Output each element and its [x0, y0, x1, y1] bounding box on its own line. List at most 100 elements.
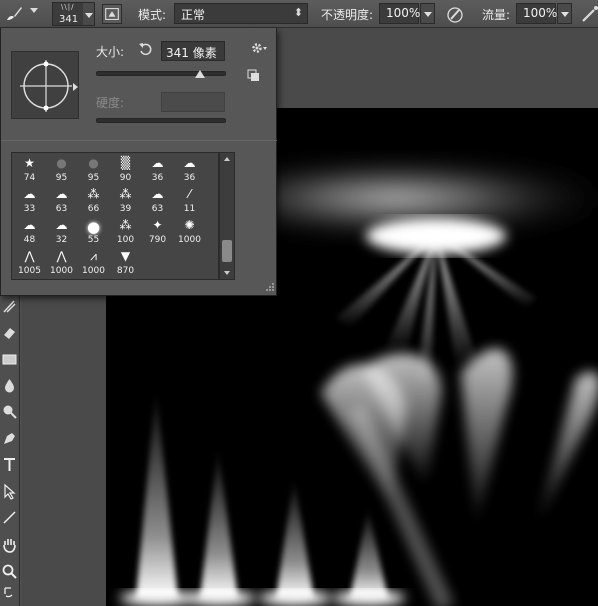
brush-preset[interactable]: ☁ 36 [174, 155, 205, 186]
swap-colors-icon[interactable] [1, 584, 18, 601]
brush-preset[interactable]: ☁ 36 [142, 155, 173, 186]
brush-preset-size: 48 [23, 235, 36, 245]
opacity-dropdown[interactable] [420, 3, 435, 24]
brush-preset-size: 63 [151, 204, 164, 214]
brush-preset-size: 790 [148, 235, 167, 245]
star-brush-icon: ★ [24, 156, 35, 170]
brush-preset[interactable]: ⁂ 39 [110, 186, 141, 217]
brush-preset-size: 55 [87, 235, 100, 245]
resize-grip-icon[interactable] [265, 282, 275, 292]
options-bar: \\|/ 341 模式: 正常 不透明度: 100% 流量: 100% [0, 0, 598, 28]
brush-preset-size: 33 [23, 204, 36, 214]
light-rays-brush-icon: ⋀ [56, 249, 67, 263]
hardness-slider [96, 118, 226, 123]
brush-preset[interactable]: ⁂ 66 [78, 186, 109, 217]
brush-preset[interactable]: ● 55 [78, 217, 109, 248]
size-label: 大小: [96, 45, 125, 59]
gradient-icon[interactable] [1, 351, 18, 368]
brush-preset-size: 1000 [50, 266, 73, 276]
type-icon[interactable] [1, 456, 18, 473]
direct-select-icon[interactable] [1, 483, 18, 500]
flow-label: 流量: [482, 8, 511, 22]
hand-icon[interactable] [1, 536, 18, 553]
reset-size-icon[interactable] [138, 41, 154, 57]
spotlight-brush-icon: ▼ [120, 249, 131, 263]
cloud-brush-icon: ☁ [55, 187, 68, 201]
brush-tip-preview[interactable] [11, 51, 79, 119]
brush-preset[interactable]: ✺ 1000 [174, 217, 205, 248]
flow-dropdown[interactable] [557, 3, 572, 24]
photoshop-window: \\|/ 341 模式: 正常 不透明度: 100% 流量: 100% [0, 0, 598, 606]
brush-preset[interactable]: ⋀ 1005 [14, 248, 45, 279]
brush-preset[interactable]: ☁ 48 [14, 217, 45, 248]
spray-brush-icon: ⁂ [119, 218, 132, 232]
light-burst-brush-icon: ✺ [184, 218, 195, 232]
cloud-brush-icon: ☁ [183, 156, 196, 170]
brush-preset-size: 32 [55, 235, 68, 245]
brush-picker-dropdown[interactable] [83, 2, 95, 26]
scroll-up-icon[interactable] [224, 157, 230, 161]
path-select-icon[interactable] [1, 298, 18, 315]
brush-preset[interactable]: ☁ 32 [46, 217, 77, 248]
brush-preset[interactable]: ⁂ 100 [110, 217, 141, 248]
airbrush-icon[interactable] [580, 3, 598, 25]
zoom-icon[interactable] [1, 563, 18, 580]
divider [1, 140, 277, 141]
texture-brush-icon: ▒ [120, 156, 131, 170]
blend-mode-select[interactable]: 正常 [174, 3, 308, 24]
brush-preset-size: 95 [55, 173, 68, 183]
brush-preset[interactable]: ● 95 [46, 155, 77, 186]
drop-brush-icon: ● [56, 156, 67, 170]
scroll-down-icon[interactable] [224, 271, 230, 275]
brush-size-readout: 341 [59, 14, 79, 25]
tool-preset-dropdown-icon[interactable] [30, 8, 38, 13]
brush-preset[interactable]: ✦ 790 [142, 217, 173, 248]
opacity-label: 不透明度: [321, 8, 374, 22]
pen-icon[interactable] [1, 430, 18, 447]
brush-preset[interactable]: ⁄ 11 [174, 186, 205, 217]
brush-preset[interactable]: ● 95 [78, 155, 109, 186]
brush-tool-icon[interactable] [4, 3, 24, 23]
brush-preset[interactable]: ☁ 63 [142, 186, 173, 217]
gear-icon[interactable] [249, 40, 269, 56]
brush-preset-picker: 大小: 341 像素 硬度: ★ 74 ● 95 ● 95 ▒ 90 ☁ 36 ☁ 36 ☁ 33 ☁ 63 ⁂… [0, 28, 277, 296]
brush-preset[interactable]: ▒ 90 [110, 155, 141, 186]
pressure-opacity-icon[interactable] [444, 3, 466, 25]
hardness-input [161, 92, 225, 112]
brush-preset[interactable]: ☁ 63 [46, 186, 77, 217]
brush-preset-size: 36 [151, 173, 164, 183]
opacity-input[interactable]: 100% [379, 3, 420, 24]
brush-preset-size: 100 [116, 235, 135, 245]
blend-mode-value: 正常 [181, 8, 206, 22]
brush-panel-toggle-icon[interactable] [102, 4, 122, 24]
size-slider[interactable] [96, 71, 226, 76]
line-icon[interactable] [1, 509, 18, 526]
light-beam-brush-icon: ✦ [152, 218, 163, 232]
blur-icon[interactable] [1, 377, 18, 394]
brush-preset[interactable]: ★ 74 [14, 155, 45, 186]
size-slider-thumb[interactable] [195, 70, 205, 78]
flow-value: 100% [523, 6, 558, 20]
brush-preset-size: 11 [183, 204, 196, 214]
preset-scrollbar[interactable] [219, 152, 235, 280]
angle-arrow-icon[interactable] [73, 83, 78, 91]
brush-preset[interactable]: ⋀ 1000 [46, 248, 77, 279]
brush-tip-icon: \\|/ [61, 3, 75, 11]
brush-preset-thumbnail[interactable]: \\|/ 341 [52, 2, 84, 26]
soft-round-brush-icon: ● [86, 218, 101, 236]
scroll-thumb[interactable] [222, 240, 232, 262]
brush-preset[interactable]: ☁ 33 [14, 186, 45, 217]
brush-preset-size: 90 [119, 173, 132, 183]
cloud-brush-icon: ☁ [151, 187, 164, 201]
new-preset-icon[interactable] [247, 69, 261, 83]
brush-preset-size: 1000 [82, 266, 105, 276]
eraser-icon[interactable] [1, 324, 18, 341]
brush-preset[interactable]: ▼ 870 [110, 248, 141, 279]
brush-preset-size: 63 [55, 204, 68, 214]
dodge-icon[interactable] [1, 403, 18, 420]
flow-input[interactable]: 100% [516, 3, 558, 24]
brush-preset[interactable]: ⩘ 1000 [78, 248, 109, 279]
size-input[interactable]: 341 像素 [161, 41, 225, 61]
brush-preset-size: 74 [23, 173, 36, 183]
brush-preset-grid: ★ 74 ● 95 ● 95 ▒ 90 ☁ 36 ☁ 36 ☁ 33 ☁ 63 ⁂ 66 ⁂ 39 ☁ 63 ⁄ 11 ☁ 48 ☁… [11, 152, 219, 280]
